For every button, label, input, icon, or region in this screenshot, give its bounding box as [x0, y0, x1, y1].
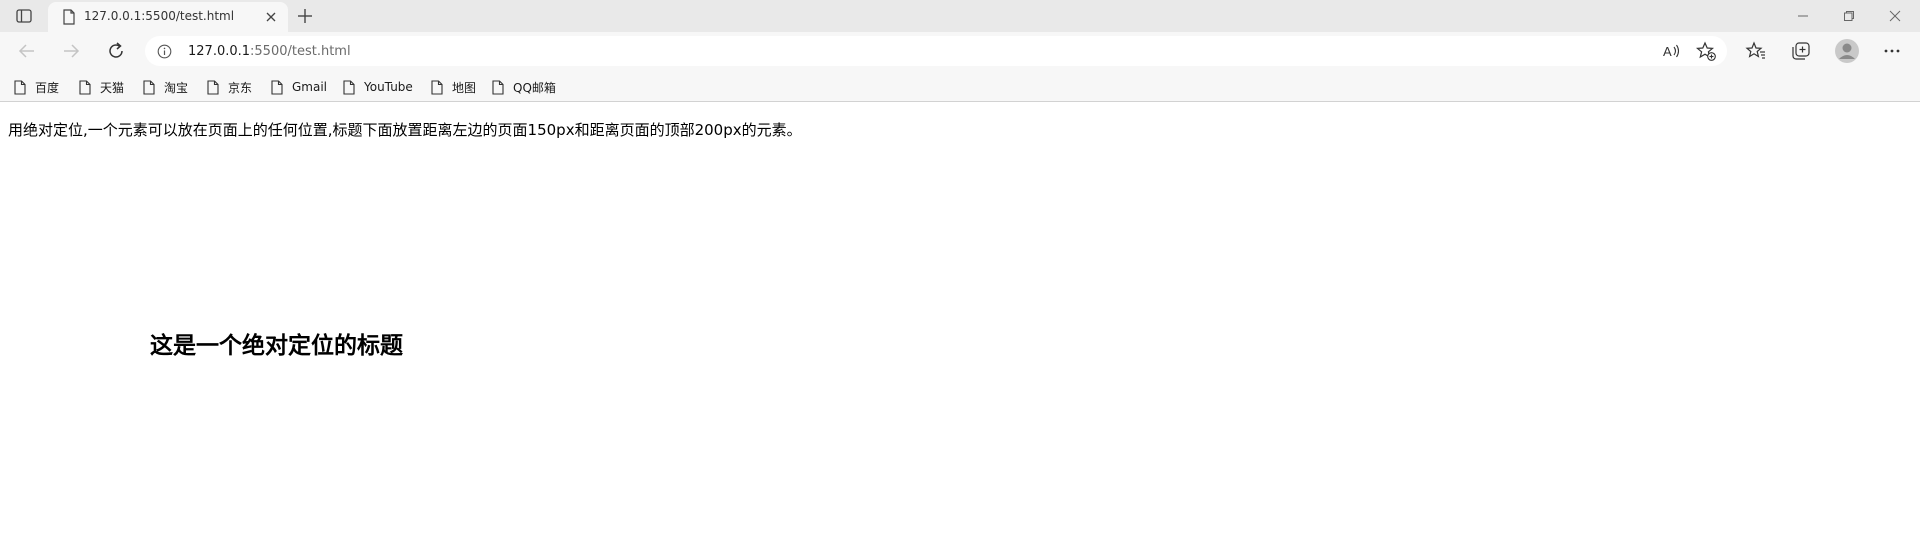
description-paragraph: 用绝对定位,一个元素可以放在页面上的任何位置,标题下面放置距离左边的页面150p…: [8, 121, 802, 139]
page-icon: [143, 79, 155, 95]
close-icon[interactable]: [264, 10, 278, 24]
favorites-icon[interactable]: [1745, 40, 1767, 62]
tab-title: 127.0.0.1:5500/test.html: [84, 9, 235, 23]
bookmark-label: Gmail: [292, 80, 328, 94]
tab-strip: 127.0.0.1:5500/test.html: [0, 0, 1920, 32]
bookmark-youtube[interactable]: YouTube: [343, 78, 413, 96]
page-icon: [14, 79, 26, 95]
bookmarks-bar: 百度 天猫 淘宝 京东 Gmail YouTube 地图 QQ邮箱: [0, 70, 1920, 102]
page-icon: [207, 79, 219, 95]
window-close-icon: [1889, 10, 1901, 22]
read-aloud-icon[interactable]: A: [1660, 40, 1682, 62]
bookmark-map[interactable]: 地图: [431, 78, 476, 96]
forward-arrow-icon[interactable]: [60, 40, 82, 62]
page-content: 用绝对定位,一个元素可以放在页面上的任何位置,标题下面放置距离左边的页面150p…: [0, 103, 1920, 551]
page-icon: [492, 79, 504, 95]
info-icon[interactable]: [157, 44, 172, 59]
bookmark-qqmail[interactable]: QQ邮箱: [492, 78, 556, 96]
bookmark-label: QQ邮箱: [513, 80, 556, 95]
bookmark-gmail[interactable]: Gmail: [271, 78, 327, 96]
star-add-icon[interactable]: [1695, 40, 1717, 62]
refresh-icon[interactable]: [105, 40, 127, 62]
bookmark-jd[interactable]: 京东: [207, 78, 252, 96]
svg-text:A: A: [1663, 44, 1672, 59]
toolbar: 127.0.0.1:5500/test.html A: [0, 32, 1920, 70]
bookmark-label: 淘宝: [164, 80, 189, 95]
absolute-heading: 这是一个绝对定位的标题: [150, 333, 403, 359]
window-close-button[interactable]: [1872, 0, 1918, 32]
bookmark-baidu[interactable]: 百度: [14, 78, 59, 96]
collections-icon[interactable]: [1790, 40, 1812, 62]
active-tab[interactable]: 127.0.0.1:5500/test.html: [48, 2, 288, 32]
bookmark-label: 百度: [35, 80, 60, 95]
url-host: 127.0.0.1: [188, 44, 251, 59]
bookmark-tmall[interactable]: 天猫: [79, 78, 124, 96]
page-icon: [63, 9, 75, 25]
more-icon[interactable]: [1881, 40, 1903, 62]
restore-button[interactable]: [1826, 0, 1872, 32]
bookmark-label: 天猫: [100, 80, 125, 95]
bookmark-label: 京东: [228, 80, 253, 95]
url-path: :5500/test.html: [250, 44, 351, 59]
back-arrow-icon[interactable]: [16, 40, 38, 62]
page-icon: [431, 79, 443, 95]
page-icon: [79, 79, 91, 95]
profile-icon[interactable]: [1834, 38, 1860, 64]
page-icon: [271, 79, 283, 95]
bookmark-label: 地图: [452, 80, 477, 95]
restore-icon: [1844, 11, 1854, 21]
url-text[interactable]: 127.0.0.1:5500/test.html: [188, 44, 351, 59]
minimize-icon: [1798, 15, 1808, 17]
minimize-button[interactable]: [1780, 0, 1826, 32]
bookmark-label: YouTube: [364, 80, 413, 94]
bookmark-taobao[interactable]: 淘宝: [143, 78, 188, 96]
tab-actions-icon[interactable]: [10, 5, 38, 27]
page-icon: [343, 79, 355, 95]
address-bar[interactable]: 127.0.0.1:5500/test.html A: [145, 36, 1727, 66]
plus-icon[interactable]: [295, 6, 315, 26]
